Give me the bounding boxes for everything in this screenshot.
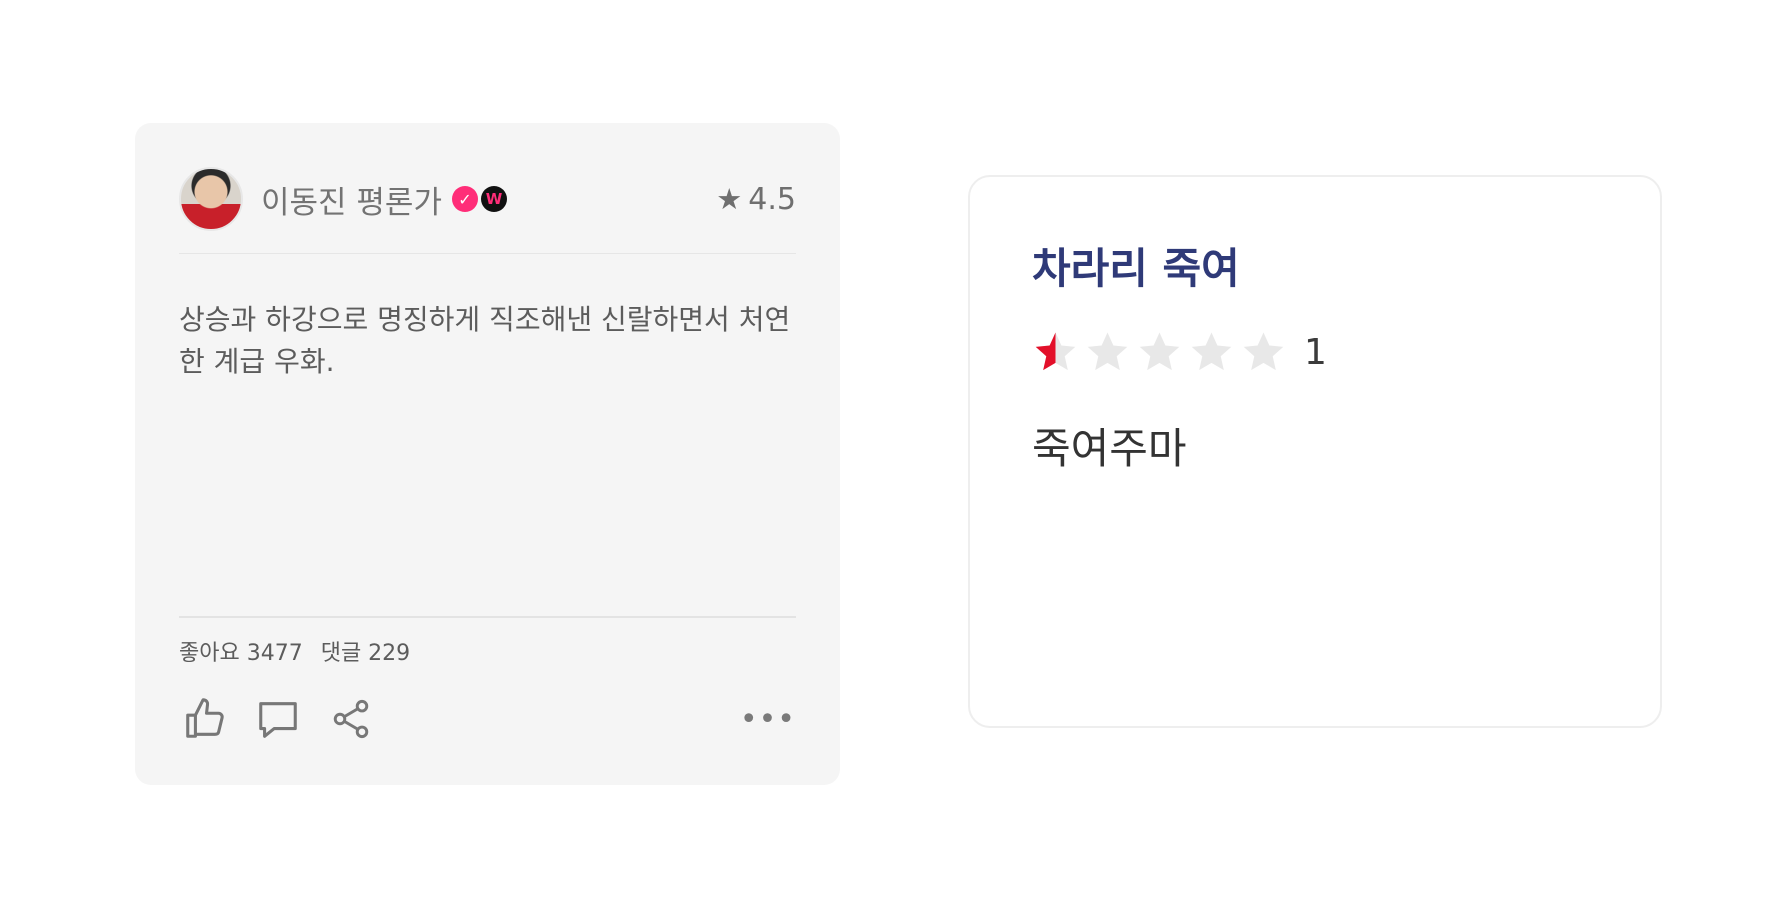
rating-star-icon[interactable] (1136, 329, 1183, 376)
rating-star-icon[interactable] (1240, 329, 1287, 376)
critic-rating: ★ 4.5 (716, 182, 796, 217)
star-rating[interactable]: 1 (1032, 329, 1327, 376)
comments-count: 댓글 229 (320, 641, 411, 666)
divider (179, 253, 796, 254)
more-icon[interactable]: ••• (740, 702, 796, 737)
comment-icon[interactable] (252, 693, 304, 745)
rating-score: 1 (1304, 332, 1327, 373)
rating-star-icon[interactable] (1084, 329, 1131, 376)
likes-count: 좋아요 3477 (179, 641, 303, 666)
review-actions: ••• (179, 691, 796, 747)
review-comment: 죽여주마 (1032, 424, 1187, 473)
review-title: 차라리 죽여 (1032, 244, 1240, 293)
review-text[interactable]: 상승과 하강으로 명징하게 직조해낸 신랄하면서 처연한 계급 우화. (179, 299, 796, 383)
rating-star-icon[interactable] (1032, 329, 1079, 376)
w-badge-icon: W (480, 186, 507, 212)
review-card-critic: 이동진 평론가 ✓ W ★ 4.5 상승과 하강으로 명징하게 직조해낸 신랄하… (135, 123, 840, 785)
thumbs-up-icon[interactable] (179, 693, 231, 745)
star-icon: ★ (716, 182, 743, 216)
share-icon[interactable] (325, 693, 377, 745)
critic-rating-value: 4.5 (748, 181, 796, 217)
review-card-user: 차라리 죽여 1 죽여주마 (968, 175, 1662, 728)
rating-star-icon[interactable] (1188, 329, 1235, 376)
review-header: 이동진 평론가 ✓ W ★ 4.5 (179, 167, 796, 231)
author-name[interactable]: 이동진 평론가 (261, 177, 442, 222)
review-stats: 좋아요 3477 댓글 229 (179, 635, 410, 667)
verified-check-icon: ✓ (451, 186, 478, 212)
divider (179, 616, 796, 618)
avatar[interactable] (179, 167, 243, 231)
